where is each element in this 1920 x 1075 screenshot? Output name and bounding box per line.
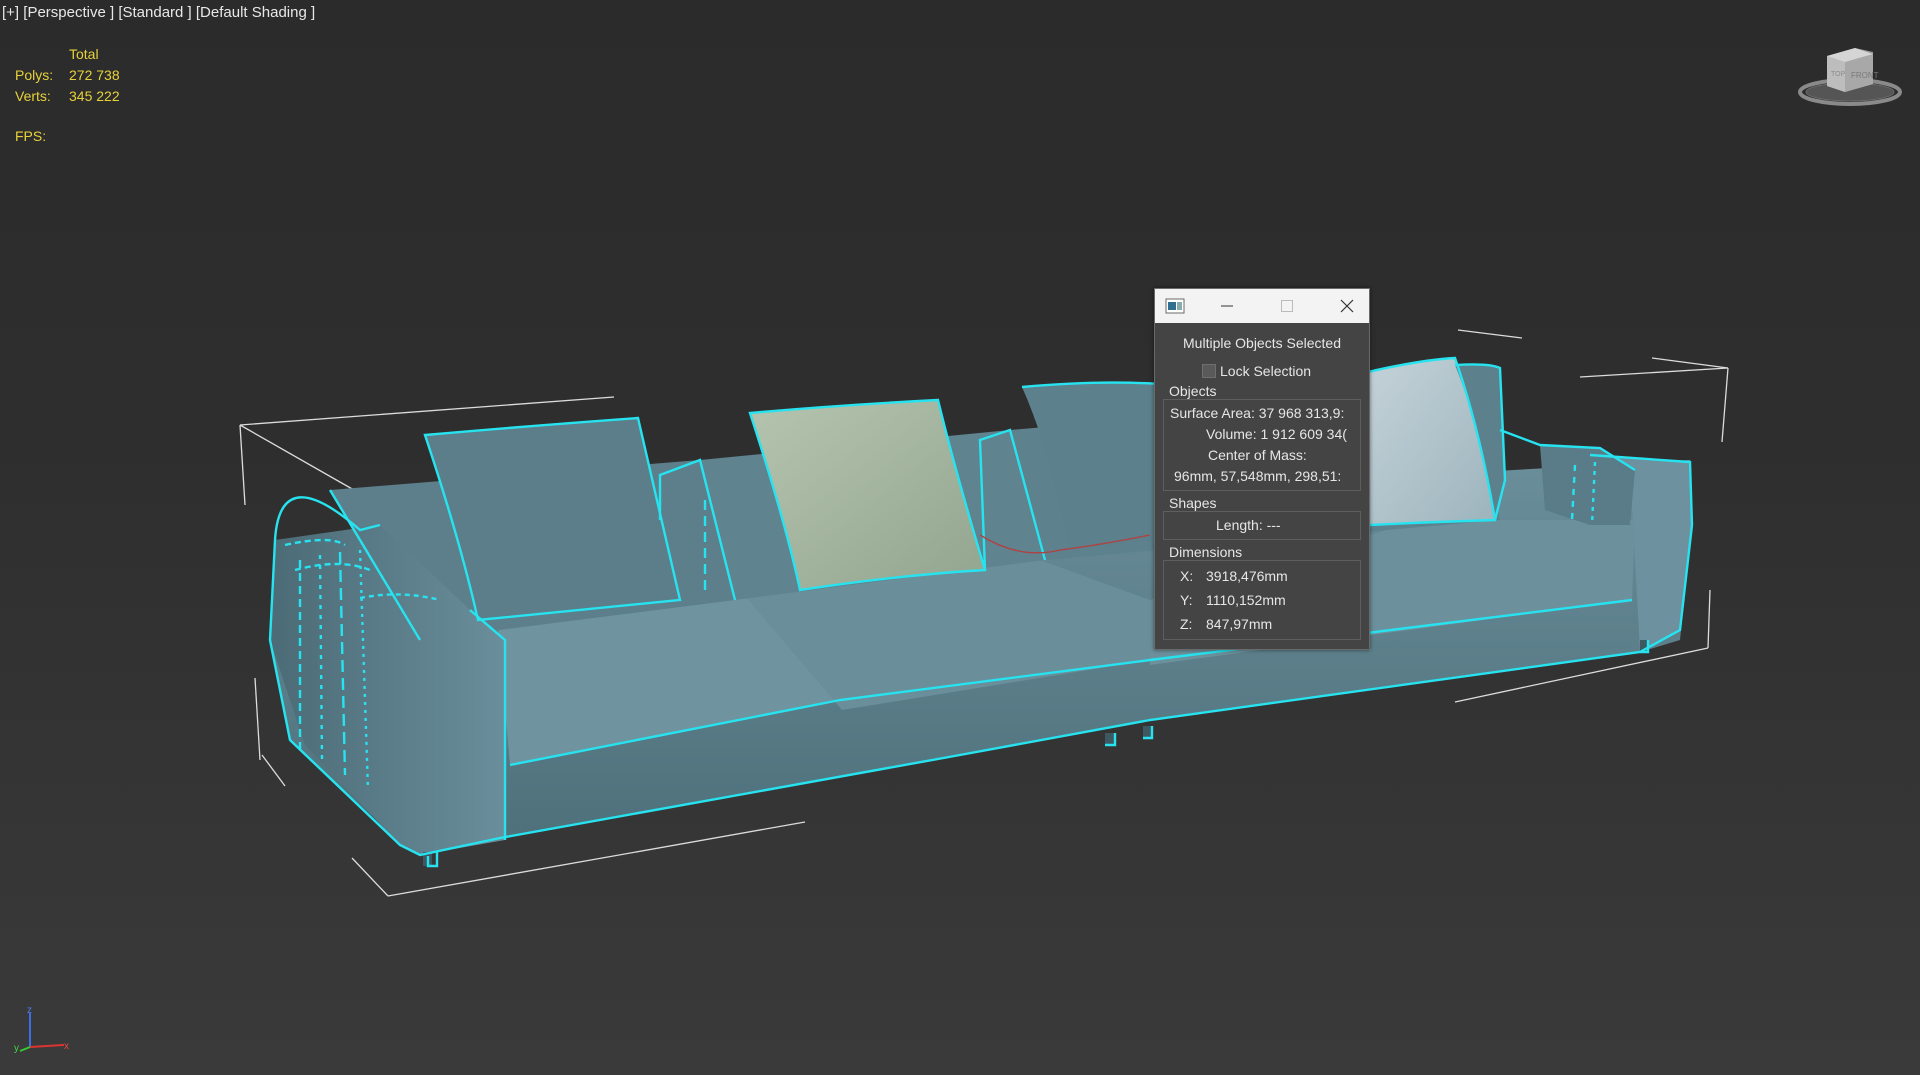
volume-value: 1 912 609 34( [1260, 426, 1347, 442]
sofa-leg [1143, 726, 1152, 738]
dim-y-label: Y: [1180, 592, 1193, 608]
app-icon [1155, 289, 1195, 323]
maximize-icon[interactable] [1267, 289, 1307, 323]
objects-group-label: Objects [1169, 383, 1217, 399]
stats-header: Total [69, 46, 99, 62]
verts-label: Verts: [15, 88, 51, 104]
lock-selection-label: Lock Selection [1220, 363, 1312, 379]
length-value: --- [1266, 517, 1281, 533]
sofa-leg [1105, 733, 1114, 745]
surface-area-value: 37 968 313,9: [1258, 405, 1345, 421]
dimensions-group-label: Dimensions [1169, 544, 1243, 560]
viewport-label: [+] [Perspective ] [Standard ] [Default … [2, 4, 315, 21]
shapes-group-label: Shapes [1169, 495, 1217, 511]
volume-label: Volume: [1206, 426, 1257, 442]
shapes-group: Length: --- [1163, 511, 1361, 540]
viewport-menu-button[interactable]: [+] [2, 4, 19, 21]
polys-value: 272 738 [69, 67, 120, 83]
sofa-model [270, 358, 1692, 866]
viewcube-icon[interactable]: FRONT TOP [1795, 40, 1905, 110]
viewport-shading-label[interactable]: [Default Shading ] [196, 4, 315, 21]
statistics-overlay: Total Polys: 272 738 Verts: 345 222 [15, 44, 120, 107]
surface-area-label: Surface Area: [1170, 405, 1255, 421]
axis-z-label: z [27, 1005, 32, 1016]
dim-z-label: Z: [1180, 616, 1193, 632]
center-of-mass-label: Center of Mass: [1208, 447, 1307, 463]
dialog-titlebar[interactable] [1155, 289, 1369, 323]
dim-y-value: 1110,152mm [1206, 592, 1286, 608]
center-of-mass-value: 96mm, 57,548mm, 298,51: [1174, 468, 1342, 484]
viewcube-top-label: TOP [1831, 71, 1846, 78]
viewport-scene[interactable] [0, 0, 1920, 1075]
dim-x-label: X: [1180, 568, 1194, 584]
dimensions-group: X: 3918,476mm Y: 1110,152mm Z: 847,97mm [1163, 560, 1361, 640]
lock-selection-checkbox[interactable] [1202, 364, 1216, 378]
fps-label: FPS: [15, 128, 47, 144]
dim-x-value: 3918,476mm [1206, 568, 1288, 584]
axis-y-label: y [14, 1043, 19, 1054]
verts-value: 345 222 [69, 88, 120, 104]
close-icon[interactable] [1327, 289, 1367, 323]
viewport-mode-label[interactable]: [Standard ] [118, 4, 191, 21]
selection-heading: Multiple Objects Selected [1183, 335, 1341, 351]
viewcube-face-label: FRONT [1851, 71, 1879, 80]
length-label: Length: [1216, 517, 1263, 533]
measure-dialog: Multiple Objects Selected Lock Selection… [1154, 288, 1370, 650]
polys-label: Polys: [15, 67, 54, 83]
axis-tripod-icon: z x y [14, 1005, 69, 1054]
objects-group: Surface Area: 37 968 313,9: Volume: 1 91… [1163, 399, 1361, 491]
viewport-view-label[interactable]: [Perspective ] [23, 4, 114, 21]
dim-z-value: 847,97mm [1206, 616, 1273, 632]
minimize-icon[interactable] [1207, 289, 1247, 323]
axis-x-label: x [64, 1041, 69, 1052]
